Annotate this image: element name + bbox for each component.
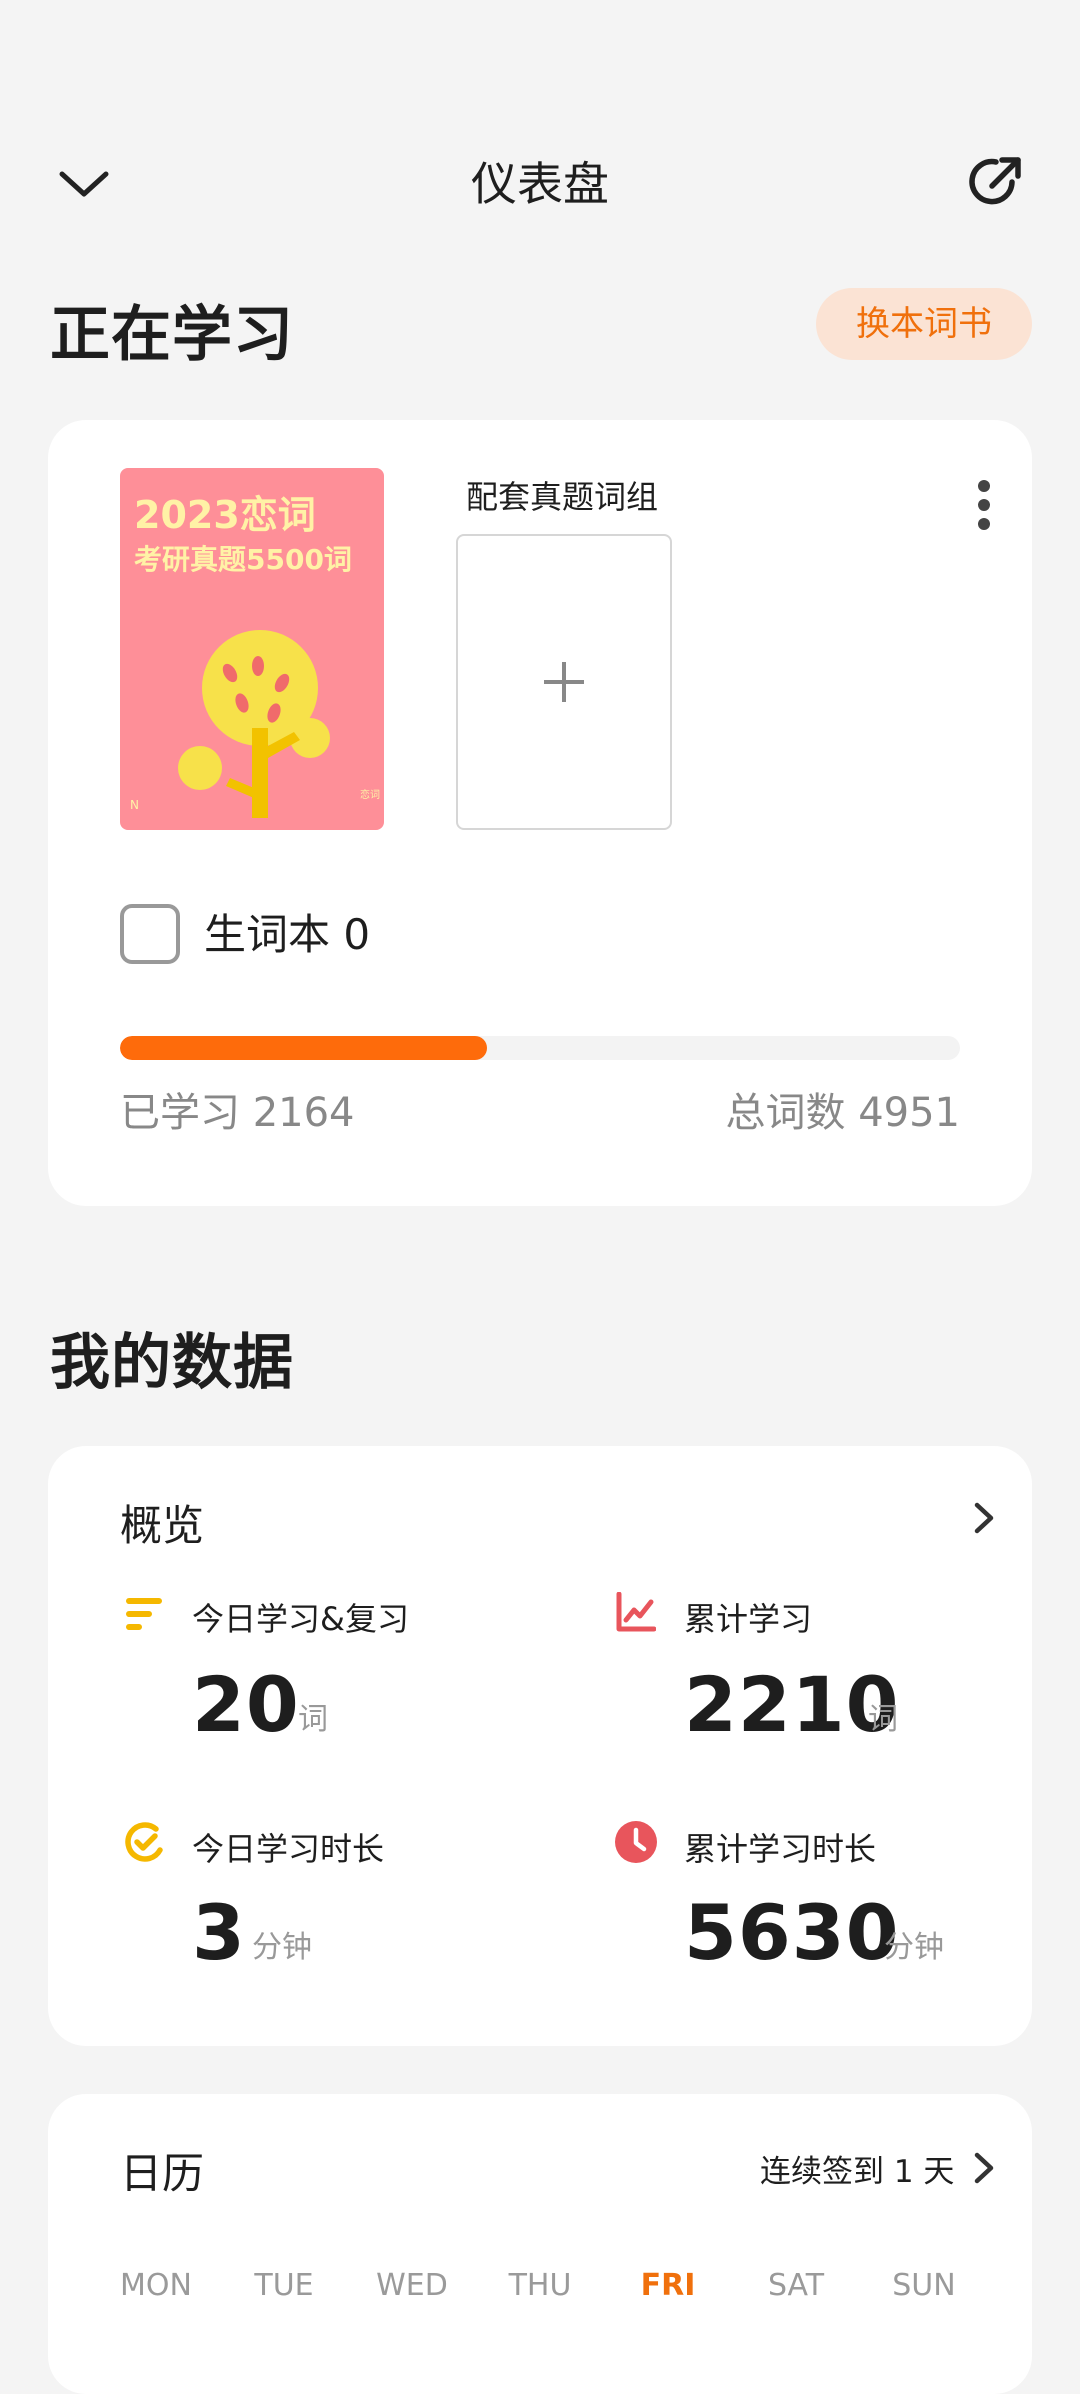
my-data-section-title: 我的数据 <box>50 1328 294 1398</box>
total-word-count: 总词数 4951 <box>725 1090 960 1136</box>
cover-corner-brand: 恋词 <box>360 790 380 801</box>
cover-subtitle: 考研真题5500词 <box>134 543 352 576</box>
overview-title: 概览 <box>120 1501 205 1550</box>
total-duration-unit: 分钟 <box>884 1930 944 1965</box>
external-link-icon <box>969 157 1021 205</box>
weekday-fri[interactable]: FRI <box>618 2268 718 2303</box>
today-review-value: 20 <box>192 1660 300 1749</box>
total-learned-label: 累计学习 <box>684 1600 813 1638</box>
wordbook-label: 生词本 0 <box>204 910 371 959</box>
page-title: 仪表盘 <box>471 157 609 211</box>
bars-icon <box>122 1592 166 1636</box>
add-phrase-group-button[interactable] <box>456 534 672 830</box>
weekday-mon[interactable]: MON <box>106 2268 206 2303</box>
more-dot <box>978 518 990 530</box>
switch-book-button[interactable]: 换本词书 <box>816 288 1032 360</box>
total-duration-label: 累计学习时长 <box>684 1830 877 1868</box>
total-duration-value: 5630 <box>684 1888 900 1977</box>
tree-illustration <box>178 630 330 818</box>
more-dot <box>978 499 990 511</box>
trend-chart-icon <box>614 1590 658 1634</box>
today-review-label: 今日学习&复习 <box>192 1600 409 1638</box>
cover-corner-mark: N <box>130 798 139 812</box>
cover-title: 2023恋词 <box>134 493 316 537</box>
total-learned-unit: 词 <box>868 1702 898 1737</box>
chevron-right-icon <box>974 2152 994 2184</box>
calendar-title: 日历 <box>120 2149 205 2198</box>
today-duration-value: 3 <box>192 1888 246 1977</box>
plus-icon <box>544 662 584 702</box>
timer-icon <box>122 1820 166 1864</box>
more-options-button[interactable] <box>960 474 1008 536</box>
today-review-unit: 词 <box>298 1702 328 1737</box>
today-duration-unit: 分钟 <box>252 1930 312 1965</box>
weekday-wed[interactable]: WED <box>362 2268 462 2303</box>
more-vertical-icon <box>978 480 990 492</box>
wordbook-checkbox[interactable] <box>120 904 180 964</box>
studying-section-title: 正在学习 <box>50 300 294 370</box>
calendar-arrow[interactable] <box>964 2148 1004 2188</box>
today-duration-label: 今日学习时长 <box>192 1830 385 1868</box>
learned-count: 已学习 2164 <box>120 1090 355 1136</box>
weekday-sat[interactable]: SAT <box>746 2268 846 2303</box>
learning-progress-fill <box>120 1036 488 1060</box>
clock-icon <box>614 1820 658 1864</box>
book-cover[interactable]: 2023恋词 考研真题5500词 N 恋词 <box>120 468 384 830</box>
chevron-right-icon <box>974 1502 994 1534</box>
share-button[interactable] <box>960 146 1032 218</box>
weekday-thu[interactable]: THU <box>490 2268 590 2303</box>
overview-arrow[interactable] <box>964 1498 1004 1538</box>
weekday-sun[interactable]: SUN <box>874 2268 974 2303</box>
weekday-tue[interactable]: TUE <box>234 2268 334 2303</box>
checkin-streak: 连续签到 1 天 <box>760 2154 955 2190</box>
matching-phrase-group-label: 配套真题词组 <box>466 478 659 516</box>
calendar-card[interactable] <box>48 2094 1032 2394</box>
learning-progress-bar <box>120 1036 960 1060</box>
